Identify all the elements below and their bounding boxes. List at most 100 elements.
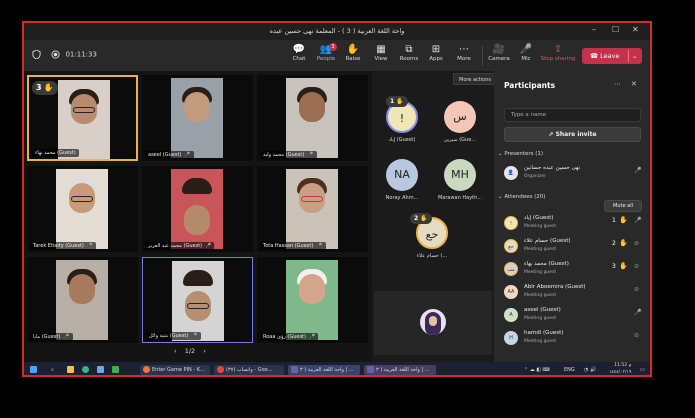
search-input[interactable]: Type a name bbox=[504, 108, 641, 122]
mic-icon[interactable]: 🎤 bbox=[634, 217, 641, 224]
video-tile[interactable]: Tarek Eltaity (Guest) 🎤 bbox=[27, 166, 138, 252]
self-video-preview[interactable] bbox=[374, 291, 492, 355]
mic-icon: 🎤 bbox=[634, 167, 642, 174]
participant-avatar[interactable]: MH bbox=[444, 159, 476, 191]
edge-icon[interactable] bbox=[82, 365, 91, 375]
participant-row[interactable]: AA Abir Aboemira (Guest) Meeting guest ⊘ bbox=[504, 282, 646, 304]
windows-start-icon[interactable] bbox=[30, 365, 39, 375]
taskbar-item[interactable]: واحة اللغة العربية ( ٣ | ... bbox=[288, 365, 360, 375]
maximize-button[interactable]: ☐ bbox=[612, 25, 619, 34]
store-icon[interactable] bbox=[97, 365, 106, 375]
participant-avatar[interactable]: NA bbox=[386, 159, 418, 191]
file-explorer-icon[interactable] bbox=[67, 365, 76, 375]
notifications-icon[interactable]: ▭ bbox=[640, 365, 645, 375]
share-icon: ⇪ bbox=[553, 44, 563, 55]
taskbar-item[interactable]: Enter Game PIN - K... bbox=[140, 365, 210, 375]
video-tile[interactable]: Roaa رؤى (Guest) 🎤 bbox=[257, 257, 368, 343]
mute-all-button[interactable]: Mute all bbox=[604, 200, 642, 212]
leave-label: ☎ Leave bbox=[590, 52, 620, 60]
mic-off-icon[interactable]: ⊘ bbox=[634, 240, 639, 247]
more-icon: ⋯ bbox=[459, 44, 469, 55]
raised-hand-badge: 2 ✋ bbox=[410, 213, 432, 224]
presenters-section[interactable]: ⌄ Presenters (1) bbox=[498, 151, 543, 157]
shield-icon bbox=[32, 49, 41, 60]
chat-icon: 💬 bbox=[292, 44, 306, 55]
video-tile[interactable]: محمد عبد العزيز (Guest) 🎤 bbox=[142, 166, 253, 252]
participant-row[interactable]: حع حسام علاء (Guest) Meeting guest 2 ✋ ⊘ bbox=[504, 236, 646, 258]
search-icon[interactable]: ⌕ bbox=[51, 365, 54, 375]
video-tile[interactable]: مايا (Guest) 🎤 bbox=[27, 257, 138, 343]
participant-row[interactable]: 👤 نهى حسين عبده حسانين Organizer 🎤 bbox=[504, 163, 646, 185]
mic-icon: 🎤 bbox=[308, 334, 316, 340]
video-grid: 3 ✋ محمد بهاء (Guest) aseel (Guest) 🎤 محمد… bbox=[24, 71, 372, 362]
teams-meeting-window: واحة اللغة العربية ( 3 ) - المعلمة نهى ح… bbox=[22, 21, 652, 377]
rooms-icon: ⧉ bbox=[405, 44, 413, 55]
raised-hand-badge: 1 ✋ bbox=[386, 96, 408, 107]
chat-button[interactable]: 💬 Chat bbox=[285, 43, 313, 62]
participant-row[interactable]: H hamdi (Guest) Meeting guest ⊘ bbox=[504, 328, 646, 350]
people-button[interactable]: 👥 3 People bbox=[312, 43, 340, 62]
mic-icon: 🎤 bbox=[86, 243, 94, 249]
raised-hand-icon: ✋ bbox=[43, 83, 54, 92]
raise-hand-button[interactable]: ✋ Raise bbox=[339, 43, 367, 62]
video-tile[interactable]: Tota Hassan (Guest) 🎤 bbox=[257, 166, 368, 252]
more-actions-tooltip: More actions bbox=[453, 73, 497, 85]
more-button[interactable]: ⋯ More bbox=[450, 43, 478, 62]
mic-button[interactable]: 🎤 Mic bbox=[512, 43, 540, 62]
taskbar-item[interactable]: واتساب (٣٧) - Goo... bbox=[214, 365, 284, 375]
mic-off-icon[interactable]: ⊘ bbox=[634, 332, 639, 339]
participant-name: إياد (Guest) bbox=[388, 137, 416, 143]
system-tray-icons[interactable]: ⌃ ☁ ◧ ⌨ bbox=[524, 365, 550, 375]
camera-button[interactable]: 🎥 Camera bbox=[485, 43, 513, 62]
firefox-icon bbox=[143, 366, 150, 373]
chevron-down-icon[interactable]: ⌄ bbox=[632, 48, 637, 64]
mic-off-icon[interactable]: ⊘ bbox=[634, 286, 639, 293]
network-icon[interactable]: ◔ 🔊 bbox=[584, 365, 596, 375]
minimize-button[interactable]: – bbox=[592, 25, 596, 34]
view-icon: ▦ bbox=[376, 44, 386, 55]
participant-name: Noray Ahm... bbox=[385, 195, 419, 201]
avatar bbox=[420, 309, 446, 335]
audio-participants-column: ! 1 ✋ إياد (Guest) س سيرين (Gue... NA Nor… bbox=[372, 71, 494, 362]
mic-icon: 🎤 bbox=[307, 152, 314, 158]
chrome-icon bbox=[217, 366, 224, 373]
attendees-section[interactable]: ⌄ Attendees (20) bbox=[498, 194, 545, 200]
participant-row[interactable]: مب محمد بهاء (Guest) Meeting guest 3 ✋ ⊘ bbox=[504, 259, 646, 281]
more-options-icon[interactable]: ⋯ bbox=[614, 80, 621, 88]
chevron-right-icon[interactable]: › bbox=[203, 347, 206, 355]
video-tile[interactable]: محمد وليد (Guest) 🎤 bbox=[257, 75, 368, 161]
meeting-toolbar: 01:11:33 💬 Chat 👥 3 People ✋ Raise ▦ Vie… bbox=[24, 40, 650, 71]
app-icon[interactable] bbox=[112, 365, 121, 375]
taskbar-item[interactable]: واحة اللغة العربية ( ٣ | ... bbox=[364, 365, 436, 375]
toolbar-divider bbox=[482, 46, 483, 66]
clock[interactable]: 11:52 م ١٤٤٤/٠٣/١٩ bbox=[609, 362, 631, 375]
participant-name: Tarek Eltaity (Guest) 🎤 bbox=[30, 242, 97, 250]
avatar: H bbox=[504, 331, 518, 345]
participant-name: بثنية وائل (Guest) 🎤 bbox=[146, 332, 201, 340]
mic-icon[interactable]: 🎤 bbox=[634, 309, 641, 316]
close-icon[interactable]: ✕ bbox=[631, 80, 637, 88]
video-tile[interactable]: 3 ✋ محمد بهاء (Guest) bbox=[27, 75, 138, 161]
chevron-left-icon[interactable]: ‹ bbox=[174, 347, 177, 355]
camera-icon: 🎥 bbox=[492, 44, 506, 55]
participants-panel: Participants ⋯ ✕ Type a name ⇗ Share inv… bbox=[494, 71, 650, 362]
people-badge: 3 bbox=[329, 43, 337, 51]
share-invite-button[interactable]: ⇗ Share invite bbox=[504, 127, 641, 142]
rooms-button[interactable]: ⧉ Rooms bbox=[395, 43, 423, 62]
mic-icon: 🎤 bbox=[184, 152, 191, 158]
apps-button[interactable]: ⊞ Apps bbox=[422, 43, 450, 62]
participant-name: Roaa رؤى (Guest) 🎤 bbox=[260, 333, 319, 341]
participant-row[interactable]: A aseel (Guest) Meeting guest 🎤 bbox=[504, 305, 646, 327]
video-tile[interactable]: بثنية وائل (Guest) 🎤 bbox=[142, 257, 253, 343]
leave-button[interactable]: ☎ Leave ⌄ bbox=[582, 48, 642, 64]
language-indicator[interactable]: ENG bbox=[564, 365, 575, 375]
close-window-button[interactable]: ✕ bbox=[632, 25, 639, 34]
view-button[interactable]: ▦ View bbox=[367, 43, 395, 62]
participant-row[interactable]: ! إياد (Guest) Meeting guest 1 ✋ 🎤 bbox=[504, 213, 646, 235]
video-tile[interactable]: aseel (Guest) 🎤 bbox=[142, 75, 253, 161]
mic-icon: 🎤 bbox=[63, 334, 70, 340]
stop-sharing-button[interactable]: ⇪ Stop sharing bbox=[539, 43, 577, 62]
participant-avatar[interactable]: س bbox=[444, 101, 476, 133]
avatar: حع bbox=[504, 239, 518, 253]
mic-off-icon[interactable]: ⊘ bbox=[634, 263, 639, 270]
